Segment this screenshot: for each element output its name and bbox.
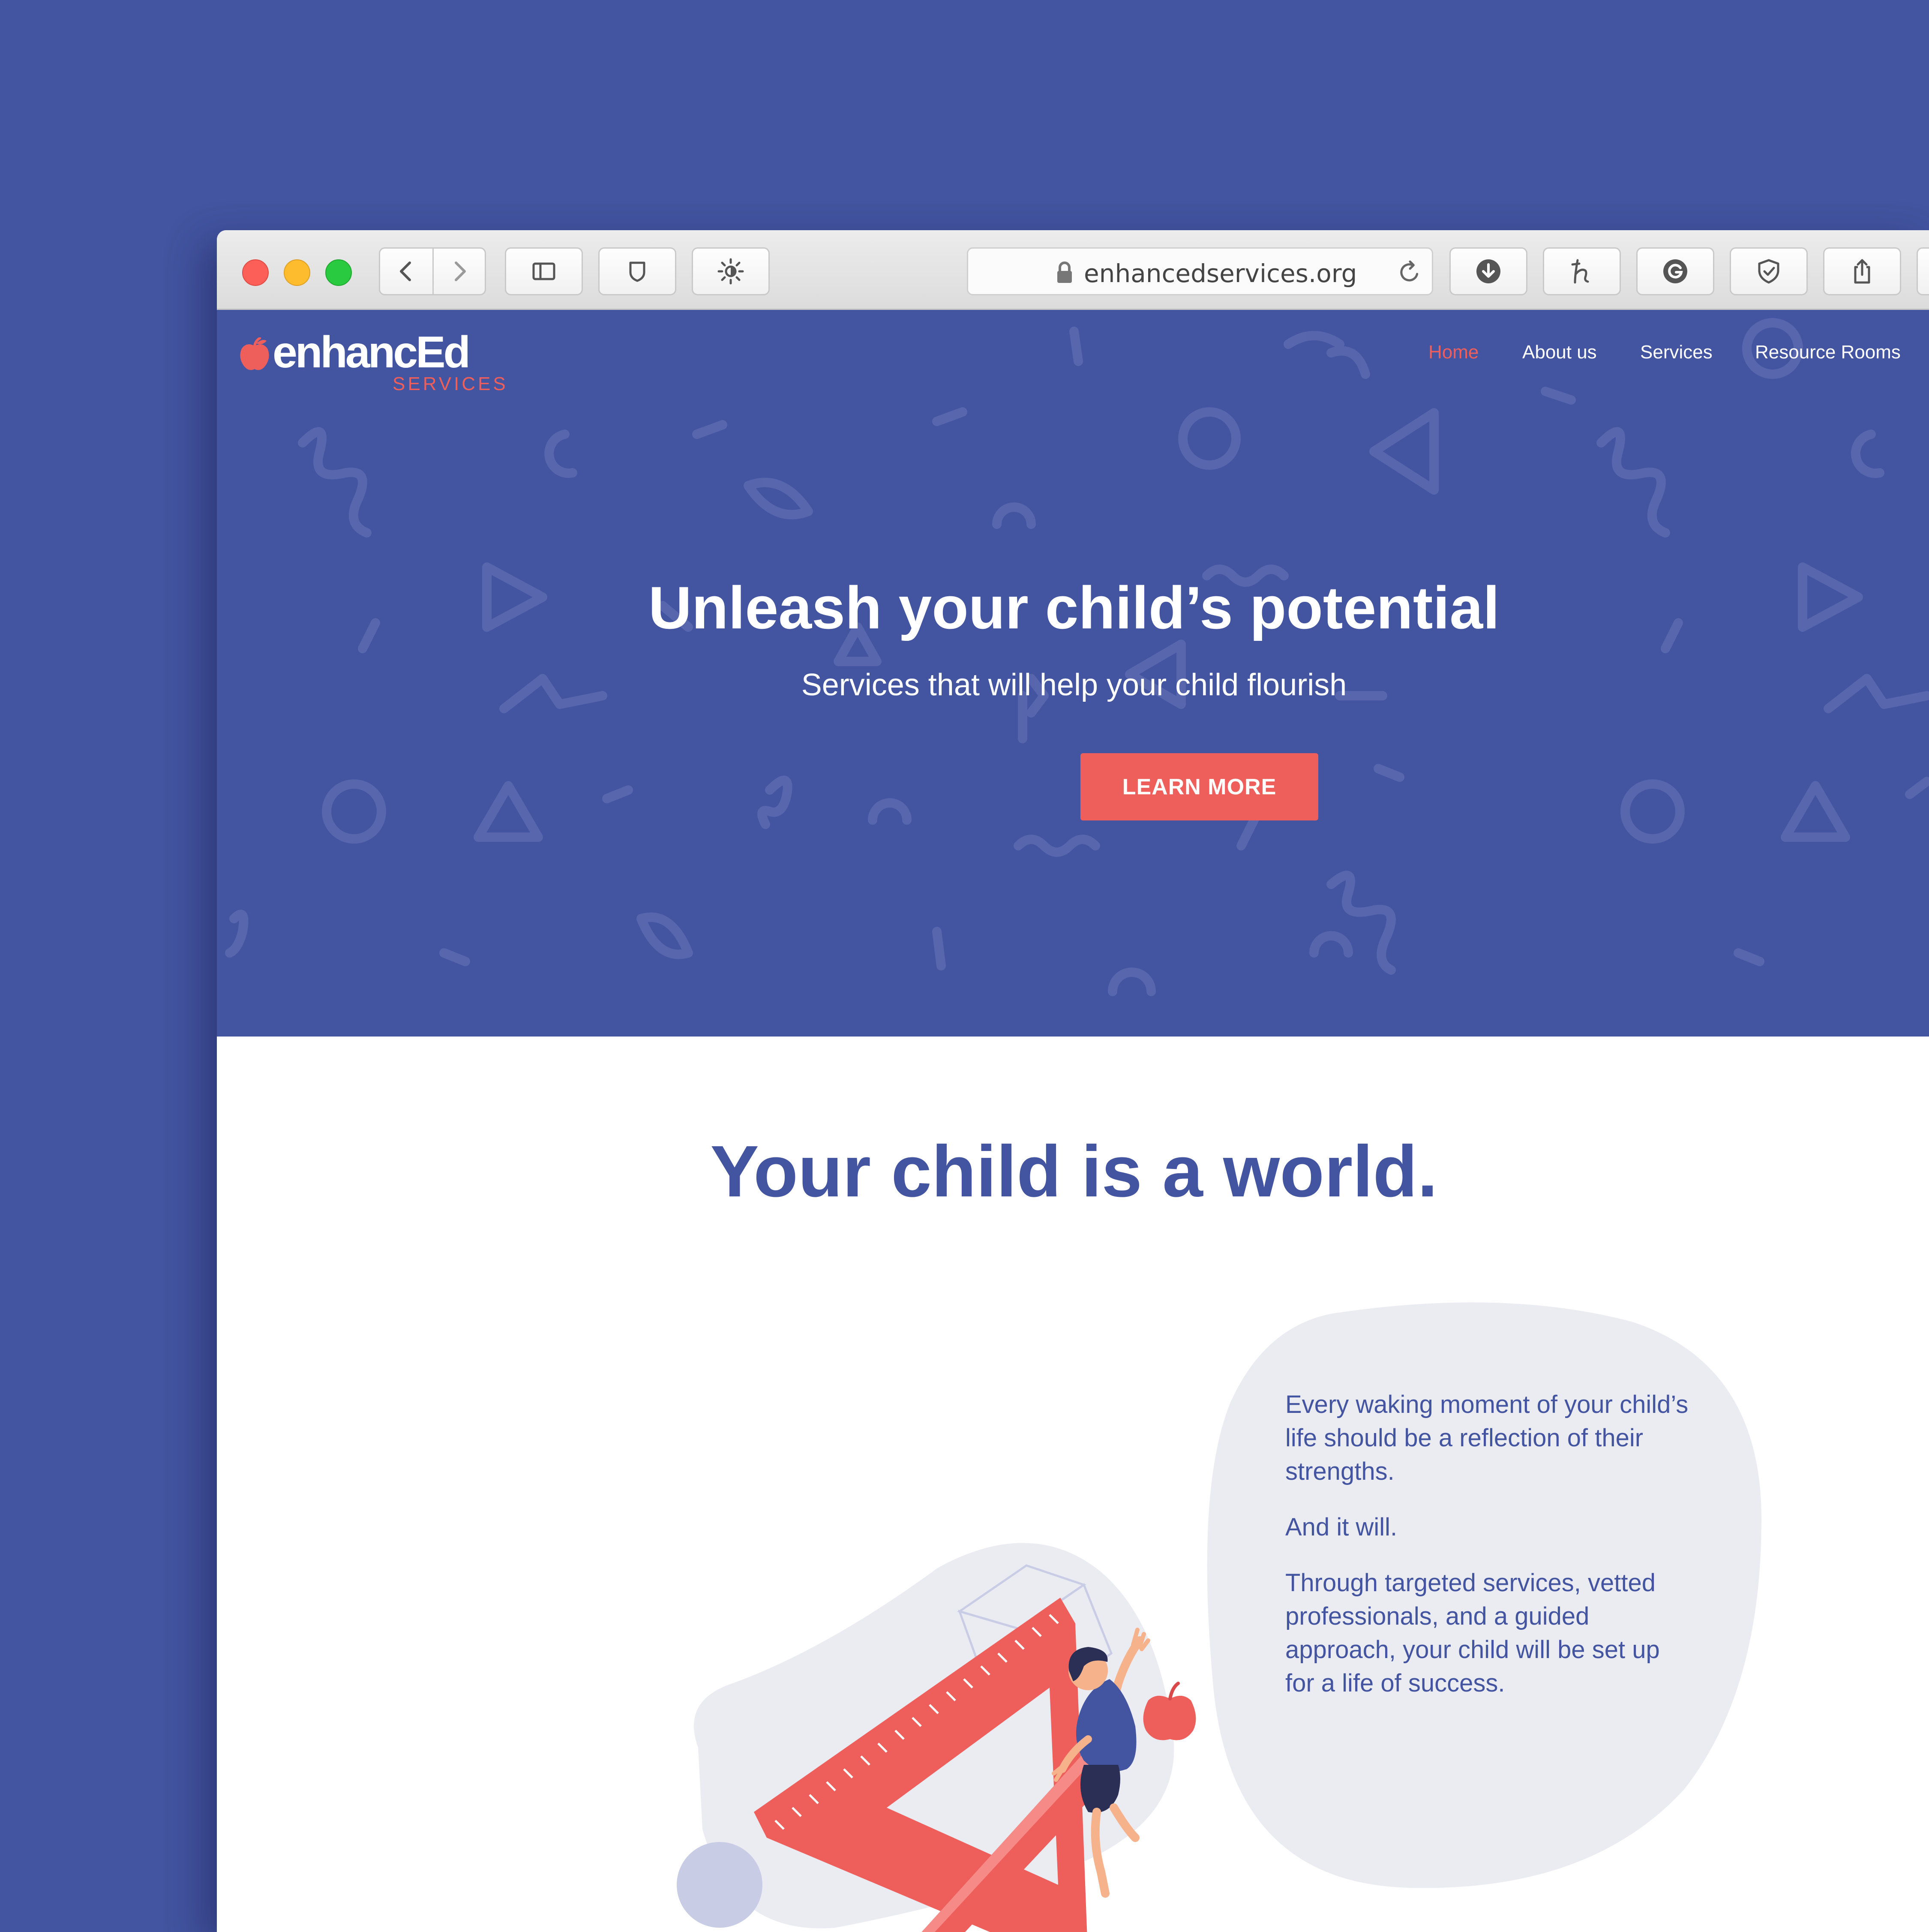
brand-logo[interactable]: enhancEd SERVICES	[236, 327, 506, 400]
sidebar-button[interactable]	[505, 247, 583, 295]
brightness-extension-button[interactable]	[692, 247, 770, 295]
tabs-button[interactable]	[1917, 247, 1929, 295]
nav-home[interactable]: Home	[1428, 342, 1479, 363]
intro-paragraph: And it will.	[1285, 1513, 1398, 1541]
hero-title: Unleash your child’s potential	[648, 574, 1500, 641]
share-button[interactable]	[1823, 247, 1901, 295]
hero-subtitle: Services that will help your child flour…	[801, 668, 1347, 702]
section-title: Your child is a world.	[710, 1131, 1438, 1212]
intro-paragraph: Through targeted services, vetted profes…	[1285, 1569, 1660, 1697]
shield-extension-button[interactable]	[598, 247, 676, 295]
honey-extension-button[interactable]	[1543, 247, 1621, 295]
back-button[interactable]	[379, 247, 434, 295]
forward-icon	[454, 261, 466, 281]
address-bar[interactable]: enhancedservices.org	[967, 247, 1433, 295]
privacy-shield-icon	[1758, 259, 1779, 284]
browser-toolbar: enhancedservices.org	[217, 230, 1929, 310]
nav-services[interactable]: Services	[1640, 342, 1713, 363]
url-text: enhancedservices.org	[1084, 259, 1357, 288]
intro-paragraph: Every waking moment of your child’s life…	[1285, 1391, 1689, 1485]
hero-section: enhancEd SERVICES Home About us Services…	[217, 310, 1929, 1037]
sidebar-icon	[532, 262, 555, 280]
forward-button[interactable]	[432, 247, 486, 295]
privacy-extension-button[interactable]	[1730, 247, 1808, 295]
reload-icon[interactable]	[1395, 258, 1423, 286]
download-button[interactable]	[1449, 247, 1527, 295]
lock-icon	[1057, 261, 1072, 283]
honey-icon	[1571, 259, 1589, 284]
intro-copy: Every waking moment of your child’s life…	[1285, 1388, 1692, 1722]
minimize-window-button[interactable]	[284, 259, 310, 286]
close-window-button[interactable]	[242, 259, 269, 286]
grammarly-icon	[1663, 259, 1687, 283]
logo-wordmark: enhancEd	[273, 328, 471, 377]
nav-about-us[interactable]: About us	[1522, 342, 1597, 363]
logo-tagline: SERVICES	[393, 373, 508, 394]
browser-window: enhancedservices.org enhancEd SERVICES H…	[217, 230, 1929, 1932]
learn-more-button[interactable]: LEARN MORE	[1080, 753, 1318, 820]
back-icon	[400, 261, 411, 281]
brightness-icon	[717, 258, 744, 285]
download-icon	[1476, 259, 1500, 283]
nav-resource-rooms[interactable]: Resource Rooms	[1755, 342, 1901, 363]
apple-icon	[240, 337, 269, 370]
share-icon	[1854, 259, 1870, 284]
shield-icon	[629, 261, 645, 282]
grammarly-extension-button[interactable]	[1636, 247, 1714, 295]
maximize-window-button[interactable]	[325, 259, 352, 286]
